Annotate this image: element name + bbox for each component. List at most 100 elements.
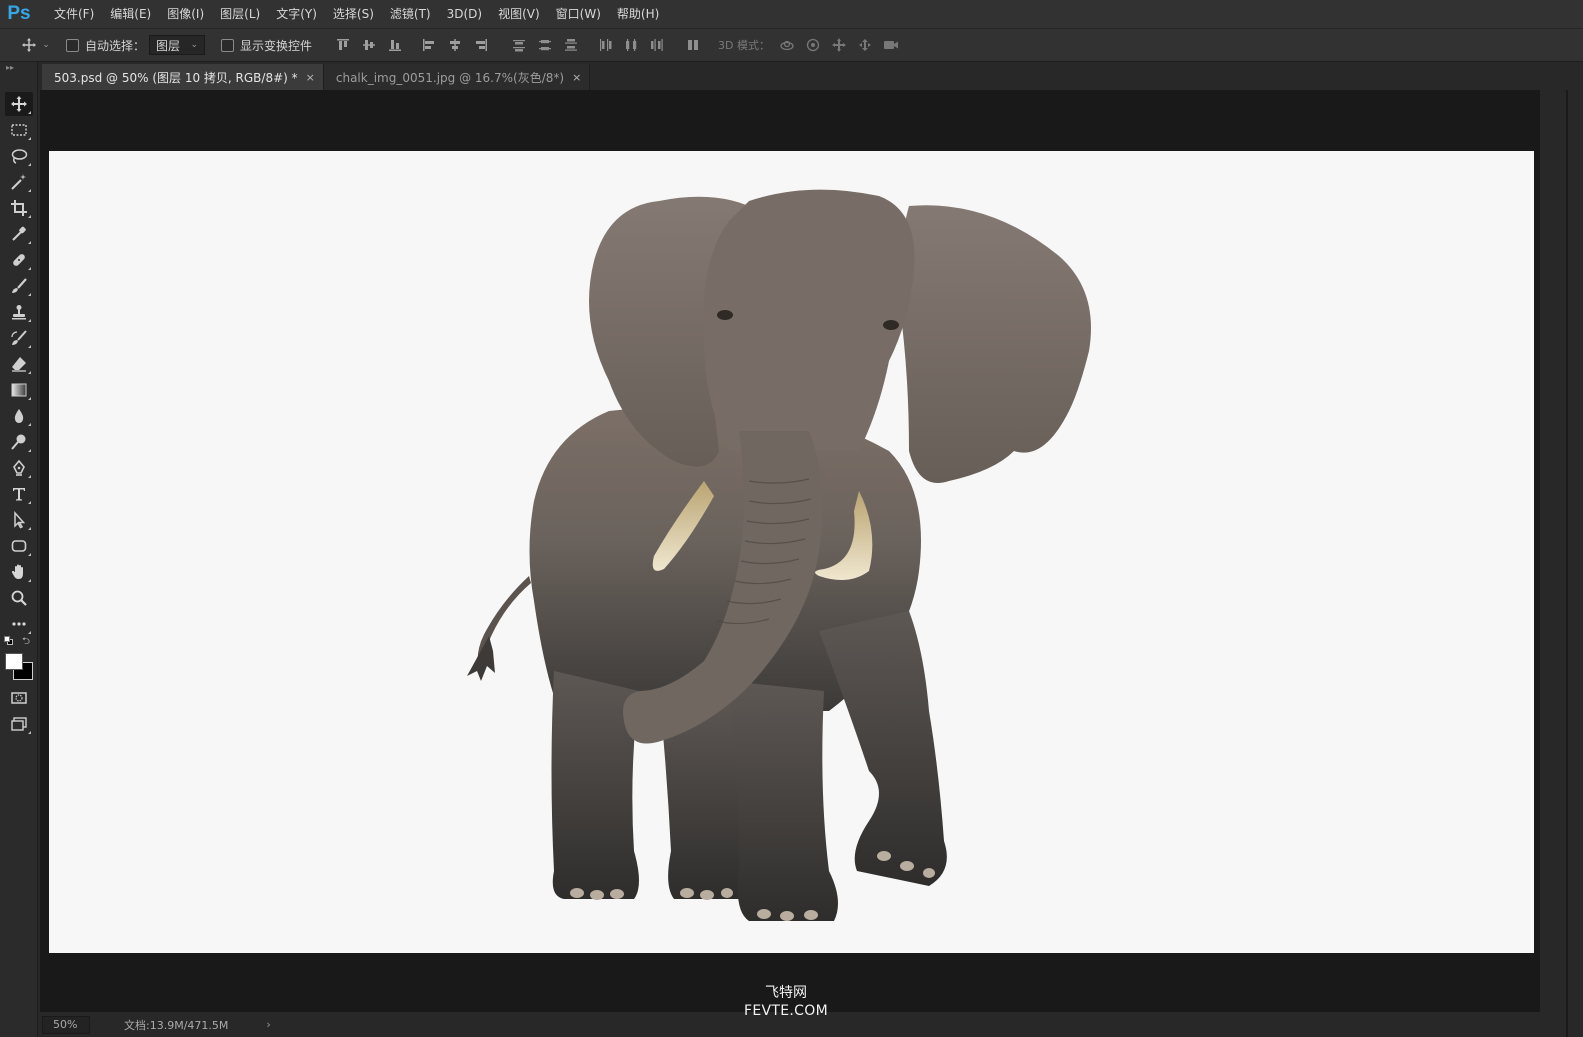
document-canvas[interactable] xyxy=(49,151,1534,953)
document-size-info[interactable]: 文档:13.9M/471.5M xyxy=(124,1017,228,1033)
menu-file[interactable]: 文件(F) xyxy=(46,0,102,28)
align-right-edges-icon[interactable] xyxy=(470,34,492,56)
move-tool[interactable] xyxy=(5,92,33,116)
auto-select-checkbox[interactable] xyxy=(66,38,79,52)
distribute-horizontal-centers-icon[interactable] xyxy=(620,34,642,56)
hand-tool[interactable] xyxy=(5,560,33,584)
chevron-down-icon: ⌄ xyxy=(190,40,199,50)
healing-brush-icon xyxy=(13,254,25,266)
menu-type[interactable]: 文字(Y) xyxy=(268,0,325,28)
site-watermark: 飞特网 FEVTE.COM xyxy=(736,984,836,1020)
brush-tool[interactable] xyxy=(5,274,33,298)
quick-mask-button[interactable] xyxy=(5,686,33,710)
align-top-edges-icon[interactable] xyxy=(332,34,354,56)
auto-select-target-dropdown[interactable]: 图层 ⌄ xyxy=(149,35,206,55)
auto-align-layers-icon[interactable] xyxy=(682,34,704,56)
menu-3d[interactable]: 3D(D) xyxy=(439,0,490,28)
close-icon[interactable]: × xyxy=(572,71,581,84)
type-tool[interactable] xyxy=(5,482,33,506)
move-tool-preset-icon[interactable] xyxy=(18,34,40,56)
distribute-right-icon[interactable] xyxy=(646,34,668,56)
menu-edit[interactable]: 编辑(E) xyxy=(102,0,159,28)
close-icon[interactable]: × xyxy=(306,71,315,84)
collapse-panel-icon[interactable]: ▸▸ xyxy=(0,62,37,74)
status-menu-arrow-icon[interactable]: › xyxy=(266,1018,270,1031)
3d-orbit-icon[interactable] xyxy=(776,34,798,56)
menu-image[interactable]: 图像(I) xyxy=(159,0,212,28)
photoshop-window: Ps 文件(F) 编辑(E) 图像(I) 图层(L) 文字(Y) 选择(S) 滤… xyxy=(0,0,1583,1037)
distribute-vertical-centers-icon[interactable] xyxy=(534,34,556,56)
zoom-level-field[interactable]: 50% xyxy=(42,1015,90,1034)
show-transform-checkbox[interactable] xyxy=(221,38,235,52)
swatch-controls: ⮌ xyxy=(4,636,34,648)
eraser-icon xyxy=(12,357,26,372)
menu-window[interactable]: 窗口(W) xyxy=(548,0,609,28)
hand-icon xyxy=(11,564,23,579)
auto-select-target-value: 图层 xyxy=(156,38,181,53)
zoom-icon xyxy=(11,590,27,606)
blur-tool[interactable] xyxy=(5,404,33,428)
zoom-tool[interactable] xyxy=(5,586,33,610)
healing-brush-tool[interactable] xyxy=(5,248,33,272)
3d-mode-label: 3D 模式： xyxy=(718,39,770,52)
align-vertical-centers-icon[interactable] xyxy=(358,34,380,56)
magic-wand-icon xyxy=(11,174,26,190)
default-colors-icon[interactable] xyxy=(4,636,13,645)
history-brush-tool[interactable] xyxy=(5,326,33,350)
align-bottom-edges-icon[interactable] xyxy=(384,34,406,56)
rectangle-shape-icon xyxy=(11,540,27,552)
eyedropper-tool[interactable] xyxy=(5,222,33,246)
document-workspace xyxy=(40,90,1540,1012)
watermark-domain: FEVTE.COM xyxy=(744,1003,828,1019)
lasso-tool[interactable] xyxy=(5,144,33,168)
document-tab-chalk[interactable]: chalk_img_0051.jpg @ 16.7%(灰色/8*) × xyxy=(323,64,591,90)
align-left-edges-icon[interactable] xyxy=(418,34,440,56)
elephant-image xyxy=(467,189,1091,921)
magic-wand-tool[interactable] xyxy=(5,170,33,194)
crop-icon xyxy=(11,200,27,216)
rectangle-shape-tool[interactable] xyxy=(5,534,33,558)
distribute-vertical-group xyxy=(508,34,582,56)
gradient-icon xyxy=(11,383,27,397)
menu-filter[interactable]: 滤镜(T) xyxy=(382,0,439,28)
pen-tool[interactable] xyxy=(5,456,33,480)
3d-scale-camera-icon[interactable] xyxy=(880,34,902,56)
3d-pan-icon[interactable] xyxy=(828,34,850,56)
swap-colors-icon[interactable]: ⮌ xyxy=(22,634,30,651)
crop-tool[interactable] xyxy=(5,196,33,220)
align-horizontal-centers-icon[interactable] xyxy=(444,34,466,56)
distribute-left-icon[interactable] xyxy=(594,34,616,56)
screen-mode-button[interactable] xyxy=(5,712,33,736)
pen-icon xyxy=(13,459,25,476)
menu-view[interactable]: 视图(V) xyxy=(490,0,548,28)
menu-help[interactable]: 帮助(H) xyxy=(609,0,667,28)
right-panel-edge xyxy=(1540,90,1583,1037)
align-horizontal-group xyxy=(418,34,492,56)
foreground-color-swatch[interactable] xyxy=(5,653,23,670)
preset-dropdown-chevron-icon[interactable]: ⌄ xyxy=(40,34,52,56)
distribute-top-icon[interactable] xyxy=(508,34,530,56)
menu-select[interactable]: 选择(S) xyxy=(325,0,382,28)
screen-mode-icon xyxy=(11,717,27,731)
move-icon xyxy=(11,96,27,112)
dodge-tool[interactable] xyxy=(5,430,33,454)
eraser-tool[interactable] xyxy=(5,352,33,376)
menu-layer[interactable]: 图层(L) xyxy=(212,0,268,28)
3d-roll-icon[interactable] xyxy=(802,34,824,56)
more-tools[interactable] xyxy=(5,612,33,636)
path-selection-tool[interactable] xyxy=(5,508,33,532)
3d-slide-icon[interactable] xyxy=(854,34,876,56)
document-tab-503[interactable]: 503.psd @ 50% (图层 10 拷贝, RGB/8#) * × xyxy=(42,64,324,90)
distribute-bottom-icon[interactable] xyxy=(560,34,582,56)
distribute-horizontal-group xyxy=(594,34,668,56)
marquee-tool[interactable] xyxy=(5,118,33,142)
clone-stamp-tool[interactable] xyxy=(5,300,33,324)
lasso-icon xyxy=(11,149,28,164)
document-tab-bar: 503.psd @ 50% (图层 10 拷贝, RGB/8#) * × cha… xyxy=(38,62,1583,90)
tab-label: 503.psd @ 50% (图层 10 拷贝, RGB/8#) * xyxy=(54,70,298,85)
blur-icon xyxy=(14,409,24,423)
path-selection-icon xyxy=(14,511,26,529)
gradient-tool[interactable] xyxy=(5,378,33,402)
align-vertical-group xyxy=(332,34,406,56)
auto-select-label: 自动选择： xyxy=(85,38,146,53)
